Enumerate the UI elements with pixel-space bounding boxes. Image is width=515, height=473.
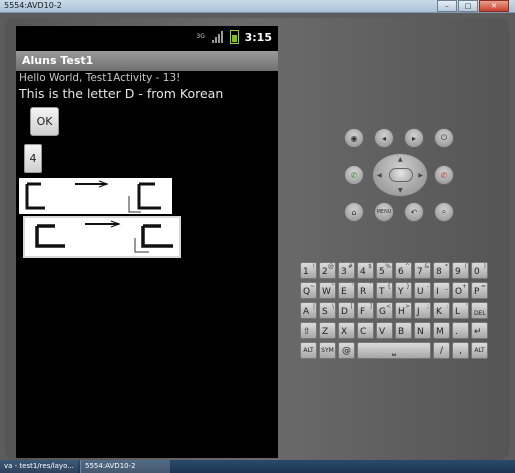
window-title-bar: 5554:AVD10-2 – □ ✕ bbox=[0, 0, 515, 13]
home-icon[interactable]: ⌂ bbox=[344, 202, 364, 222]
key-f[interactable]: F] bbox=[357, 302, 374, 319]
key-y[interactable]: Y} bbox=[395, 282, 412, 299]
key-x[interactable]: X bbox=[338, 322, 355, 339]
key-v[interactable]: V bbox=[376, 322, 393, 339]
camera-icon[interactable]: ◉ bbox=[344, 128, 364, 148]
key-at[interactable]: @ bbox=[338, 342, 355, 359]
network-3g-icon: 3G bbox=[196, 33, 205, 40]
key-q[interactable]: Q ~ bbox=[300, 282, 317, 299]
glyph-image-2 bbox=[23, 216, 181, 258]
key-t[interactable]: T{ bbox=[376, 282, 393, 299]
key-4[interactable]: 4 $ bbox=[357, 262, 374, 279]
key-c[interactable]: C bbox=[357, 322, 374, 339]
key-j[interactable]: J; bbox=[414, 302, 431, 319]
number-button[interactable]: 4 bbox=[24, 144, 42, 173]
volume-up-icon[interactable]: ▸ bbox=[404, 128, 424, 148]
taskbar-item-editor[interactable]: va - test1/res/layo... bbox=[0, 460, 78, 473]
emulator-controls: ◉ ◂ ▸ ⏻ ✆ ▲ ▼ ◀ ▶ ✆ ⌂ MENU ↶ ⌕ bbox=[336, 120, 466, 230]
call-icon[interactable]: ✆ bbox=[344, 165, 364, 185]
android-screen: 3G 3:15 Aluns Test1 Hello World, Test1Ac… bbox=[16, 26, 278, 458]
taskbar-item-emulator[interactable]: 5554:AVD10-2 bbox=[80, 460, 170, 473]
minimize-button[interactable]: – bbox=[437, 0, 457, 12]
dpad-left-icon[interactable]: ◀ bbox=[377, 172, 382, 179]
keyboard-row-5: ALT SYM @ ⎵ / , ALT bbox=[300, 342, 500, 359]
dpad-right-icon[interactable]: ▶ bbox=[418, 172, 423, 179]
keyboard-row-4: ⇧ Z X C V B N M . ↵ bbox=[300, 322, 500, 339]
key-w[interactable]: W " bbox=[319, 282, 336, 299]
menu-icon[interactable]: MENU bbox=[374, 202, 394, 222]
key-slash[interactable]: / bbox=[433, 342, 450, 359]
key-k[interactable]: K: bbox=[433, 302, 450, 319]
keyboard-row-2: Q ~ W " E ' R ` T{ Y} U- I _ O + P = bbox=[300, 282, 500, 299]
window-title: 5554:AVD10-2 bbox=[4, 1, 62, 10]
keyboard-row-3: A | S \ D[ F] G < H > J; K: L ' DEL bbox=[300, 302, 500, 319]
emulator-keyboard: 1! 2 @ 3 # 4 $ 5% 6 ^ 7 & 8 * 9( 0) Q ~ W " E ' R… bbox=[300, 262, 500, 362]
key-1[interactable]: 1! bbox=[300, 262, 317, 279]
letter-text: This is the letter D - from Korean bbox=[19, 86, 224, 101]
korean-stroke-drawing-1 bbox=[25, 180, 161, 213]
glyph-image-1 bbox=[19, 178, 172, 214]
key-7[interactable]: 7 & bbox=[414, 262, 431, 279]
key-a[interactable]: A | bbox=[300, 302, 317, 319]
key-period[interactable]: . bbox=[452, 322, 469, 339]
hello-text: Hello World, Test1Activity - 13! bbox=[19, 72, 181, 84]
status-bar: 3G 3:15 bbox=[16, 26, 278, 50]
key-l[interactable]: L ' bbox=[452, 302, 469, 319]
key-3[interactable]: 3 # bbox=[338, 262, 355, 279]
key-o[interactable]: O + bbox=[452, 282, 469, 299]
shift-icon[interactable]: ⇧ bbox=[300, 322, 317, 339]
back-icon[interactable]: ↶ bbox=[404, 202, 424, 222]
ok-button[interactable]: OK bbox=[30, 107, 59, 136]
key-alt-left[interactable]: ALT bbox=[300, 342, 317, 359]
key-n[interactable]: N bbox=[414, 322, 431, 339]
key-g[interactable]: G < bbox=[376, 302, 393, 319]
maximize-button[interactable]: □ bbox=[458, 0, 478, 12]
key-d[interactable]: D[ bbox=[338, 302, 355, 319]
power-icon[interactable]: ⏻ bbox=[434, 128, 454, 148]
key-b[interactable]: B bbox=[395, 322, 412, 339]
dpad[interactable]: ▲ ▼ ◀ ▶ bbox=[372, 153, 428, 197]
enter-icon[interactable]: ↵ bbox=[471, 322, 488, 339]
key-delete[interactable]: DEL bbox=[471, 302, 488, 319]
dpad-down-icon[interactable]: ▼ bbox=[398, 187, 403, 194]
key-u[interactable]: U- bbox=[414, 282, 431, 299]
key-h[interactable]: H > bbox=[395, 302, 412, 319]
key-alt-right[interactable]: ALT bbox=[471, 342, 488, 359]
app-title-bar: Aluns Test1 bbox=[16, 51, 278, 71]
key-space[interactable]: ⎵ bbox=[357, 342, 431, 359]
key-sym[interactable]: SYM bbox=[319, 342, 336, 359]
taskbar: va - test1/res/layo... 5554:AVD10-2 bbox=[0, 460, 515, 473]
key-0[interactable]: 0) bbox=[471, 262, 488, 279]
keyboard-row-1: 1! 2 @ 3 # 4 $ 5% 6 ^ 7 & 8 * 9( 0) bbox=[300, 262, 500, 279]
dpad-center-button[interactable] bbox=[389, 168, 413, 182]
key-p[interactable]: P = bbox=[471, 282, 488, 299]
search-icon[interactable]: ⌕ bbox=[434, 202, 454, 222]
battery-charging-icon bbox=[229, 30, 239, 44]
status-icons: 3G 3:15 bbox=[196, 30, 272, 44]
window-controls: – □ ✕ bbox=[436, 0, 509, 12]
end-call-icon[interactable]: ✆ bbox=[434, 165, 454, 185]
key-8[interactable]: 8 * bbox=[433, 262, 450, 279]
key-9[interactable]: 9( bbox=[452, 262, 469, 279]
key-m[interactable]: M bbox=[433, 322, 450, 339]
close-button[interactable]: ✕ bbox=[479, 0, 509, 12]
key-z[interactable]: Z bbox=[319, 322, 336, 339]
key-r[interactable]: R ` bbox=[357, 282, 374, 299]
key-2[interactable]: 2 @ bbox=[319, 262, 336, 279]
key-6[interactable]: 6 ^ bbox=[395, 262, 412, 279]
status-clock: 3:15 bbox=[244, 30, 272, 44]
key-5[interactable]: 5% bbox=[376, 262, 393, 279]
dpad-up-icon[interactable]: ▲ bbox=[398, 156, 403, 163]
volume-down-icon[interactable]: ◂ bbox=[374, 128, 394, 148]
key-s[interactable]: S \ bbox=[319, 302, 336, 319]
korean-stroke-drawing-2 bbox=[35, 220, 173, 253]
key-i[interactable]: I _ bbox=[433, 282, 450, 299]
key-comma[interactable]: , bbox=[452, 342, 469, 359]
key-e[interactable]: E ' bbox=[338, 282, 355, 299]
signal-strength-icon bbox=[211, 31, 224, 43]
